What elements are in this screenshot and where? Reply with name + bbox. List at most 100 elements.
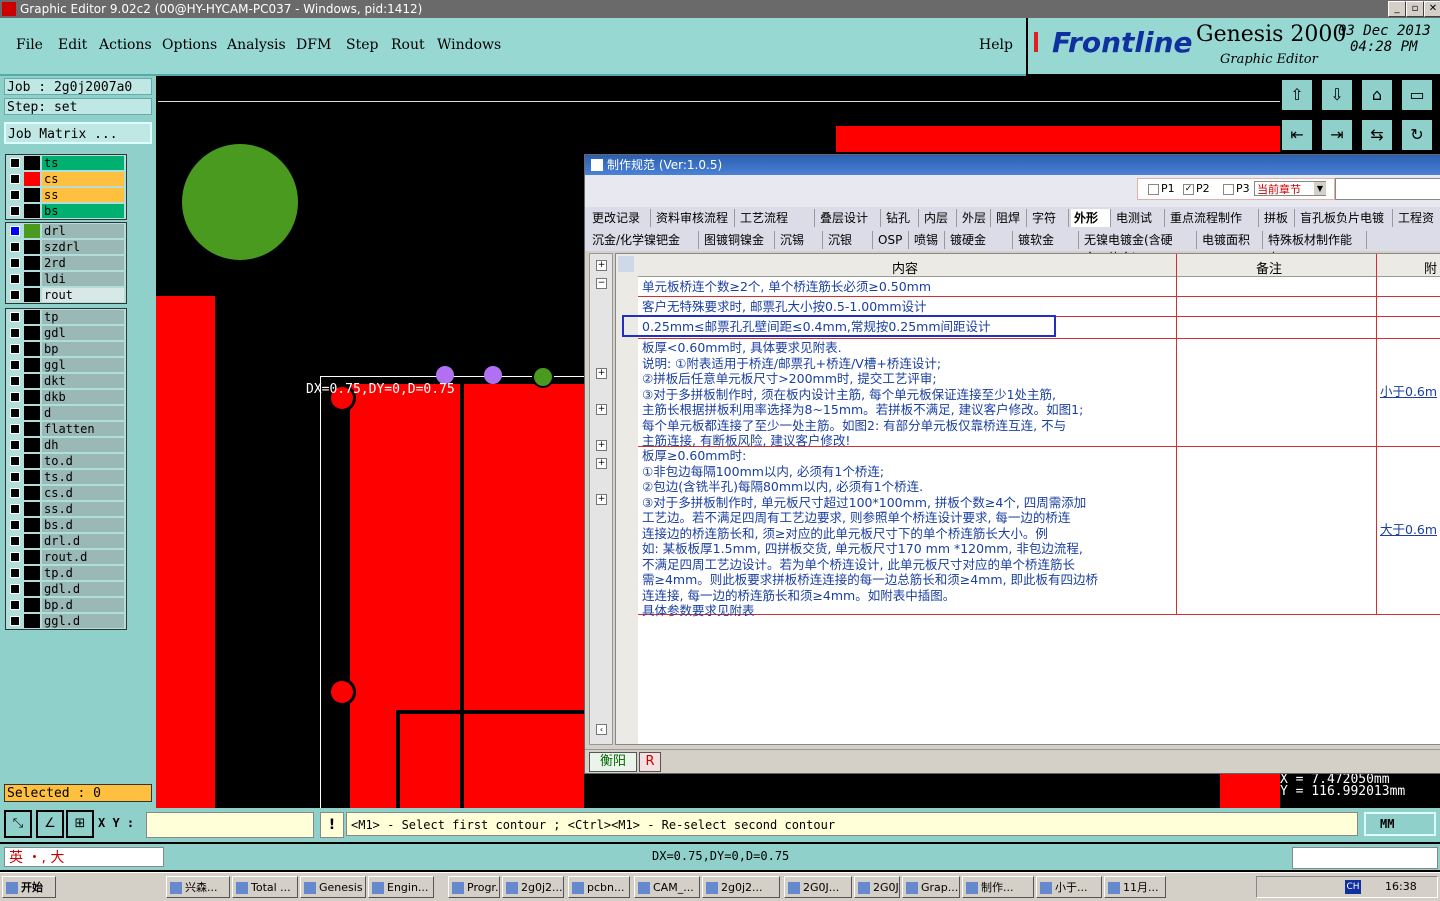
taskbar-item[interactable]: 2g0j2... bbox=[502, 876, 564, 898]
layer-row-cs-d[interactable]: cs.d bbox=[6, 485, 126, 501]
footer-tab-r[interactable]: R bbox=[639, 752, 661, 772]
toolbar-open-icon[interactable]: ⇧ bbox=[1280, 78, 1314, 112]
taskbar-item[interactable]: CAM_... bbox=[634, 876, 700, 898]
info-icon[interactable]: ! bbox=[320, 812, 344, 838]
menu-rout[interactable]: Rout bbox=[391, 37, 425, 53]
toolbar-save-icon[interactable]: ⇩ bbox=[1320, 78, 1354, 112]
layer-checkbox[interactable] bbox=[10, 174, 20, 184]
job-matrix-button[interactable]: Job Matrix ... bbox=[4, 122, 152, 144]
tab-row2-5[interactable]: 喷锡 bbox=[911, 231, 945, 249]
layer-checkbox[interactable] bbox=[10, 190, 20, 200]
layer-checkbox[interactable] bbox=[10, 504, 20, 514]
taskbar-item[interactable]: Engin... bbox=[368, 876, 434, 898]
row-5-attachment-link[interactable]: 大于0.6m bbox=[1380, 522, 1437, 538]
search-input[interactable] bbox=[1335, 178, 1440, 200]
xy-input[interactable] bbox=[146, 812, 314, 838]
expand-icon[interactable]: + bbox=[596, 404, 607, 415]
expand-icon[interactable]: + bbox=[596, 440, 607, 451]
dialog-title-bar[interactable]: 制作规范 (Ver:1.0.5) bbox=[585, 155, 1440, 175]
tab-row1-6[interactable]: 外层 bbox=[959, 209, 991, 227]
tab-row1-14[interactable]: 工程资 bbox=[1395, 209, 1440, 227]
maximize-button[interactable]: ▫ bbox=[1406, 1, 1424, 17]
layer-checkbox[interactable] bbox=[10, 488, 20, 498]
menu-options[interactable]: Options bbox=[162, 37, 217, 53]
layer-checkbox[interactable] bbox=[10, 312, 20, 322]
tab-row2-7[interactable]: 镀软金 bbox=[1015, 231, 1079, 249]
chevron-down-icon[interactable]: ▼ bbox=[1314, 182, 1326, 195]
layer-row-ggl-d[interactable]: ggl.d bbox=[6, 613, 126, 629]
menu-analysis[interactable]: Analysis bbox=[227, 37, 286, 53]
layer-checkbox[interactable] bbox=[10, 206, 20, 216]
tab-row2-1[interactable]: 图镀铜镍金 bbox=[701, 231, 775, 249]
layer-checkbox[interactable] bbox=[10, 408, 20, 418]
p2-checkbox[interactable]: ✓ bbox=[1183, 184, 1194, 195]
layer-checkbox[interactable] bbox=[10, 616, 20, 626]
layer-checkbox[interactable] bbox=[10, 376, 20, 386]
taskbar-item[interactable]: 制作... bbox=[962, 876, 1034, 898]
menu-dfm[interactable]: DFM bbox=[296, 37, 331, 53]
layer-row-tp-d[interactable]: tp.d bbox=[6, 565, 126, 581]
menu-step[interactable]: Step bbox=[346, 37, 378, 53]
tab-row1-8[interactable]: 字符 bbox=[1029, 209, 1069, 227]
taskbar-item[interactable]: 2g0j2... bbox=[702, 876, 780, 898]
units-select[interactable]: MM bbox=[1364, 812, 1436, 836]
layer-row-ss[interactable]: ss bbox=[6, 187, 126, 203]
toolbar-rotate-icon[interactable]: ↻ bbox=[1400, 118, 1434, 152]
layer-checkbox[interactable] bbox=[10, 290, 20, 300]
tab-row1-2[interactable]: 工艺流程 bbox=[737, 209, 815, 227]
layer-checkbox[interactable] bbox=[10, 258, 20, 268]
layer-row-dkt[interactable]: dkt bbox=[6, 373, 126, 389]
taskbar-item[interactable]: 2G0J... bbox=[784, 876, 852, 898]
tab-row2-8[interactable]: 无镍电镀金(含硬金、软金) bbox=[1081, 231, 1197, 265]
layer-row-gdl-d[interactable]: gdl.d bbox=[6, 581, 126, 597]
layer-row-drl-d[interactable]: drl.d bbox=[6, 533, 126, 549]
tab-row1-5[interactable]: 内层 bbox=[921, 209, 957, 227]
layer-row-2rd[interactable]: 2rd bbox=[6, 255, 126, 271]
layer-row-ts[interactable]: ts bbox=[6, 155, 126, 171]
tab-row2-10[interactable]: 特殊板材制作能力 bbox=[1265, 231, 1367, 265]
layer-row-ggl[interactable]: ggl bbox=[6, 357, 126, 373]
layer-row-bp[interactable]: bp bbox=[6, 341, 126, 357]
window-title-bar[interactable]: Graphic Editor 9.02c2 (00@HY-HYCAM-PC037… bbox=[0, 0, 1440, 18]
start-button[interactable]: 开始 bbox=[2, 876, 56, 898]
taskbar-item[interactable]: 11月... bbox=[1104, 876, 1166, 898]
layer-checkbox[interactable] bbox=[10, 536, 20, 546]
menu-edit[interactable]: Edit bbox=[58, 37, 87, 53]
layer-row-ss-d[interactable]: ss.d bbox=[6, 501, 126, 517]
layer-checkbox[interactable] bbox=[10, 584, 20, 594]
layer-row-bs-d[interactable]: bs.d bbox=[6, 517, 126, 533]
layer-row-drl[interactable]: drl bbox=[6, 223, 126, 239]
scroll-left-icon[interactable]: ‹ bbox=[596, 724, 607, 735]
tab-row1-0[interactable]: 更改记录 bbox=[589, 209, 651, 227]
layer-checkbox[interactable] bbox=[10, 242, 20, 252]
layer-checkbox[interactable] bbox=[10, 226, 20, 236]
fit-icon[interactable]: ⤡ bbox=[4, 810, 32, 838]
tab-row1-12[interactable]: 拼板 bbox=[1261, 209, 1295, 227]
p1-checkbox[interactable] bbox=[1148, 184, 1159, 195]
layer-checkbox[interactable] bbox=[10, 520, 20, 530]
menu-file[interactable]: File bbox=[16, 37, 43, 53]
tab-row2-0[interactable]: 沉金/化学镍钯金 bbox=[589, 231, 699, 249]
toolbar-window-icon[interactable]: ▭ bbox=[1400, 78, 1434, 112]
layer-checkbox[interactable] bbox=[10, 424, 20, 434]
layer-row-ldi[interactable]: ldi bbox=[6, 271, 126, 287]
p3-checkbox[interactable] bbox=[1223, 184, 1234, 195]
layer-row-rout-d[interactable]: rout.d bbox=[6, 549, 126, 565]
expand-icon[interactable]: + bbox=[596, 368, 607, 379]
layer-row-d[interactable]: d bbox=[6, 405, 126, 421]
layer-row-flatten[interactable]: flatten bbox=[6, 421, 126, 437]
tab-row2-3[interactable]: 沉银 bbox=[825, 231, 873, 249]
select-all-icon[interactable] bbox=[618, 256, 634, 272]
toolbar-home-icon[interactable]: ⌂ bbox=[1360, 78, 1394, 112]
spec-dialog[interactable]: 制作规范 (Ver:1.0.5) P1 ✓ P2 P3 当前章节 ▼ 更改记录资… bbox=[584, 154, 1440, 774]
layer-row-bp-d[interactable]: bp.d bbox=[6, 597, 126, 613]
layer-row-cs[interactable]: cs bbox=[6, 171, 126, 187]
layer-checkbox[interactable] bbox=[10, 360, 20, 370]
taskbar-item[interactable]: pcbn... bbox=[568, 876, 630, 898]
tab-row1-7[interactable]: 阻焊 bbox=[993, 209, 1027, 227]
layer-checkbox[interactable] bbox=[10, 274, 20, 284]
expand-icon[interactable]: + bbox=[596, 260, 607, 271]
layer-checkbox[interactable] bbox=[10, 456, 20, 466]
tab-row1-11[interactable]: 重点流程制作 bbox=[1167, 209, 1259, 227]
expand-icon[interactable]: + bbox=[596, 458, 607, 469]
